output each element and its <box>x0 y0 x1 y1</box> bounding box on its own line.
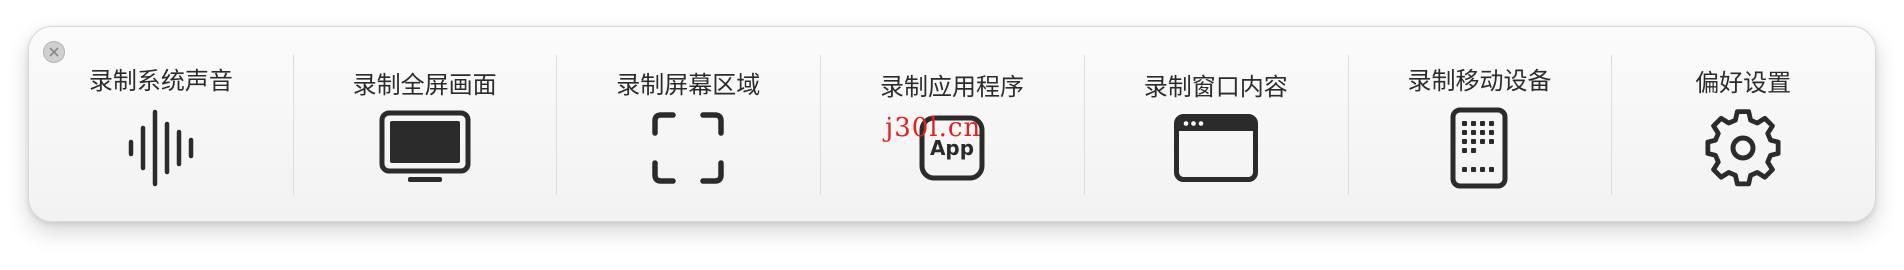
record-full-screen-button[interactable]: 录制全屏画面 <box>292 27 557 221</box>
record-full-screen-label: 录制全屏画面 <box>352 71 497 99</box>
preferences-label: 偏好设置 <box>1695 69 1792 97</box>
record-mobile-device-label: 录制移动设备 <box>1407 67 1552 95</box>
record-screen-area-button[interactable]: 录制屏幕区域 <box>556 27 820 221</box>
record-screen-area-label: 录制屏幕区域 <box>616 71 761 99</box>
record-system-audio-button[interactable]: 录制系统声音 <box>29 27 293 221</box>
display-icon <box>375 107 475 189</box>
record-application-button[interactable]: 录制应用程序 App j30l.cn <box>820 27 1084 221</box>
recording-toolbar: 录制系统声音 录制全屏画面 录制屏幕区域 录制应用程序 App j30l.cn … <box>28 26 1876 222</box>
record-window-content-label: 录制窗口内容 <box>1143 73 1288 101</box>
browser-window-icon <box>1166 107 1266 189</box>
record-application-label: 录制应用程序 <box>880 73 1025 101</box>
record-window-content-button[interactable]: 录制窗口内容 <box>1083 27 1348 221</box>
waveform-icon <box>111 107 211 189</box>
phone-icon <box>1429 107 1529 189</box>
record-system-audio-label: 录制系统声音 <box>88 67 233 95</box>
preferences-button[interactable]: 偏好设置 <box>1611 27 1875 221</box>
watermark-text: j30l.cn <box>885 113 982 143</box>
record-mobile-device-button[interactable]: 录制移动设备 <box>1347 27 1612 221</box>
selection-frame-icon <box>638 107 738 189</box>
gear-icon <box>1693 107 1793 189</box>
